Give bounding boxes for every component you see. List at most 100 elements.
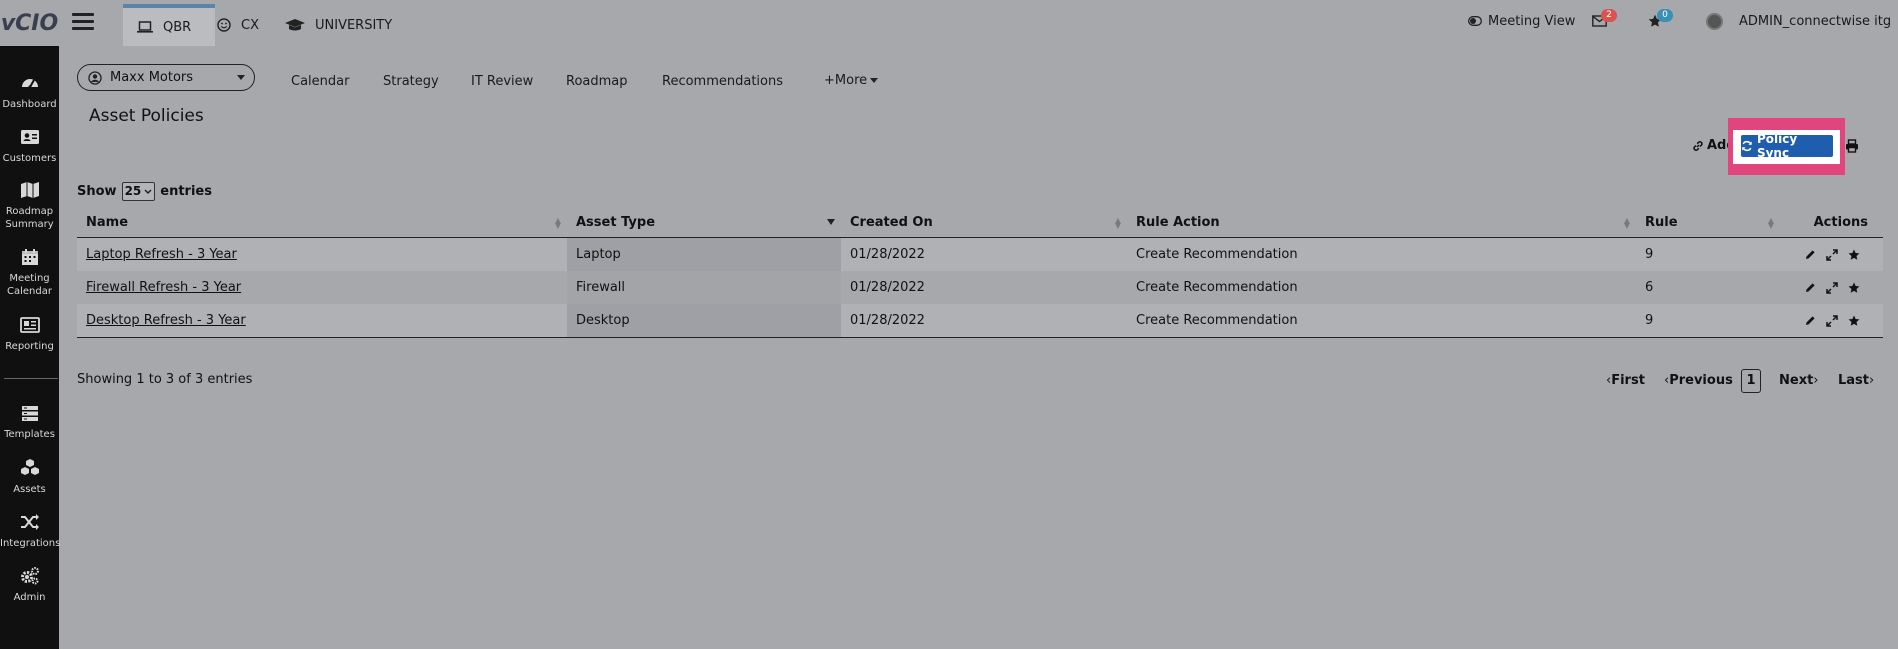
meeting-view-toggle[interactable]: Meeting View	[1468, 0, 1575, 42]
pagination-page-1[interactable]: 1	[1741, 367, 1761, 394]
user-menu[interactable]: ADMIN_connectwise itg	[1706, 0, 1891, 42]
pagination-next[interactable]: Next ›	[1779, 367, 1819, 394]
star-icon[interactable]	[1848, 315, 1860, 327]
policy-link[interactable]: Firewall Refresh - 3 Year	[86, 280, 241, 295]
sidebar-item-label: Meeting Calendar	[7, 273, 52, 297]
dashboard-icon	[21, 79, 38, 89]
cell-created-on: 01/28/2022	[841, 304, 1127, 338]
cell-rule-action: Create Recommendation	[1136, 247, 1298, 262]
cell-created-on: 01/28/2022	[850, 280, 925, 295]
pagination-previous[interactable]: ‹ Previous	[1664, 367, 1733, 394]
cell-rule-action: Create Recommendation	[1127, 304, 1636, 338]
sort-icon: ▲ ▼	[554, 216, 561, 230]
column-header-rule[interactable]: Rule ▲ ▼	[1636, 207, 1780, 238]
customers-icon	[20, 130, 39, 144]
map-icon	[20, 182, 39, 198]
tab-qbr[interactable]: QBR	[123, 4, 215, 46]
sidebar-item-label: Templates	[4, 429, 55, 440]
expand-icon[interactable]	[1826, 248, 1838, 261]
star-icon[interactable]	[1848, 282, 1860, 294]
cell-name: Laptop Refresh - 3 Year	[77, 238, 567, 272]
policy-link[interactable]: Laptop Refresh - 3 Year	[86, 247, 237, 262]
sidebar-item-dashboard[interactable]: Dashboard	[0, 73, 59, 111]
cubes-icon	[20, 459, 39, 475]
tab-label: UNIVERSITY	[315, 17, 393, 33]
column-header-created-on[interactable]: Created On ▲ ▼	[841, 207, 1127, 238]
hamburger-menu-icon[interactable]	[72, 13, 94, 31]
edit-icon[interactable]	[1804, 249, 1816, 261]
smiley-icon	[217, 18, 231, 32]
sidebar-item-integrations[interactable]: Integrations	[0, 512, 61, 550]
meeting-view-label: Meeting View	[1488, 13, 1576, 29]
expand-icon[interactable]	[1826, 314, 1838, 327]
caret-down-icon	[870, 78, 879, 83]
cell-asset-type: Laptop	[567, 237, 841, 271]
pagination-last[interactable]: Last ›	[1838, 367, 1874, 394]
subnav-calendar[interactable]: Calendar	[291, 74, 349, 89]
star-icon[interactable]	[1848, 249, 1860, 261]
tab-label: QBR	[163, 19, 192, 35]
client-select[interactable]: Maxx Motors	[77, 64, 255, 91]
policy-sync-button[interactable]: Policy Sync	[1741, 132, 1833, 160]
sort-icon: ▲ ▼	[1623, 216, 1630, 230]
sidebar-item-admin[interactable]: Admin	[0, 566, 59, 604]
entries-label: entries	[160, 184, 212, 199]
sidebar-item-label: Customers	[2, 153, 57, 164]
edit-icon[interactable]	[1804, 315, 1816, 327]
sort-icon: ▲ ▼	[1767, 216, 1774, 230]
sidebar-item-customers[interactable]: Customers	[0, 127, 59, 165]
client-select-value: Maxx Motors	[110, 70, 194, 85]
entries-summary: Showing 1 to 3 of 3 entries	[77, 372, 253, 387]
sidebar-item-templates[interactable]: Templates	[0, 403, 59, 441]
cell-created-on: 01/28/2022	[850, 247, 925, 262]
subnav-it-review[interactable]: IT Review	[471, 74, 533, 89]
policy-link[interactable]: Desktop Refresh - 3 Year	[86, 313, 246, 328]
cell-asset-type: Firewall	[567, 271, 841, 304]
calendar-icon	[21, 249, 38, 265]
chevron-down-icon	[237, 75, 245, 80]
pagination-first[interactable]: ‹ First	[1606, 367, 1645, 394]
link-icon	[1693, 140, 1703, 151]
logo-text: vCIO	[0, 10, 59, 36]
subnav-more-label: +More	[824, 73, 868, 88]
column-header-name[interactable]: Name ▲ ▼	[77, 207, 567, 238]
show-entries: Show 25 entries	[77, 182, 212, 201]
subnav-roadmap[interactable]: Roadmap	[566, 74, 628, 89]
user-circle-icon	[88, 70, 102, 85]
subnav-more[interactable]: +More	[824, 73, 879, 88]
table-row: Firewall Refresh - 3 Year Firewall 01/28…	[77, 271, 1883, 304]
top-bar: QBR CX UNIVERSITY Meeting View 2 0 ADMIN…	[59, 0, 1898, 46]
avatar	[1706, 12, 1723, 30]
shuffle-icon	[20, 514, 39, 530]
user-name: ADMIN_connectwise itg	[1739, 13, 1892, 29]
column-header-asset-type[interactable]: Asset Type	[567, 207, 841, 238]
asset-policies-table: Name ▲ ▼ Asset Type Created On ▲ ▼ Rule Acti…	[77, 207, 1883, 338]
sidebar-item-label: Integrations	[0, 538, 61, 549]
star-badge: 0	[1657, 9, 1673, 22]
chevron-right-icon: ›	[1869, 373, 1875, 388]
print-icon[interactable]	[1845, 139, 1859, 153]
tab-cx[interactable]: CX	[217, 4, 259, 46]
chevron-down-icon	[144, 188, 152, 194]
cell-actions	[1780, 304, 1883, 338]
cell-asset-type: Desktop	[567, 304, 841, 338]
app-logo[interactable]: vCIO	[0, 0, 59, 46]
column-header-rule-action[interactable]: Rule Action ▲ ▼	[1127, 207, 1636, 238]
page-size-select[interactable]: 25	[121, 182, 156, 201]
expand-icon[interactable]	[1826, 281, 1838, 294]
sidebar-item-assets[interactable]: Assets	[0, 458, 59, 496]
edit-icon[interactable]	[1804, 282, 1816, 294]
cell-rule-action: Create Recommendation	[1136, 280, 1298, 295]
sidebar-item-roadmap-summary[interactable]: Roadmap Summary	[0, 180, 59, 231]
subnav-recommendations[interactable]: Recommendations	[662, 74, 783, 89]
subnav-strategy[interactable]: Strategy	[383, 74, 439, 89]
report-icon	[19, 317, 40, 333]
page-title: Asset Policies	[89, 106, 204, 126]
chevron-right-icon: ›	[1813, 373, 1819, 388]
sidebar-item-reporting[interactable]: Reporting	[0, 315, 59, 353]
tab-university[interactable]: UNIVERSITY	[285, 4, 392, 46]
sidebar-item-meeting-calendar[interactable]: Meeting Calendar	[0, 247, 59, 298]
sidebar-item-label: Reporting	[5, 341, 54, 352]
sidebar-item-label: Dashboard	[2, 99, 57, 110]
graduation-cap-icon	[285, 19, 305, 31]
